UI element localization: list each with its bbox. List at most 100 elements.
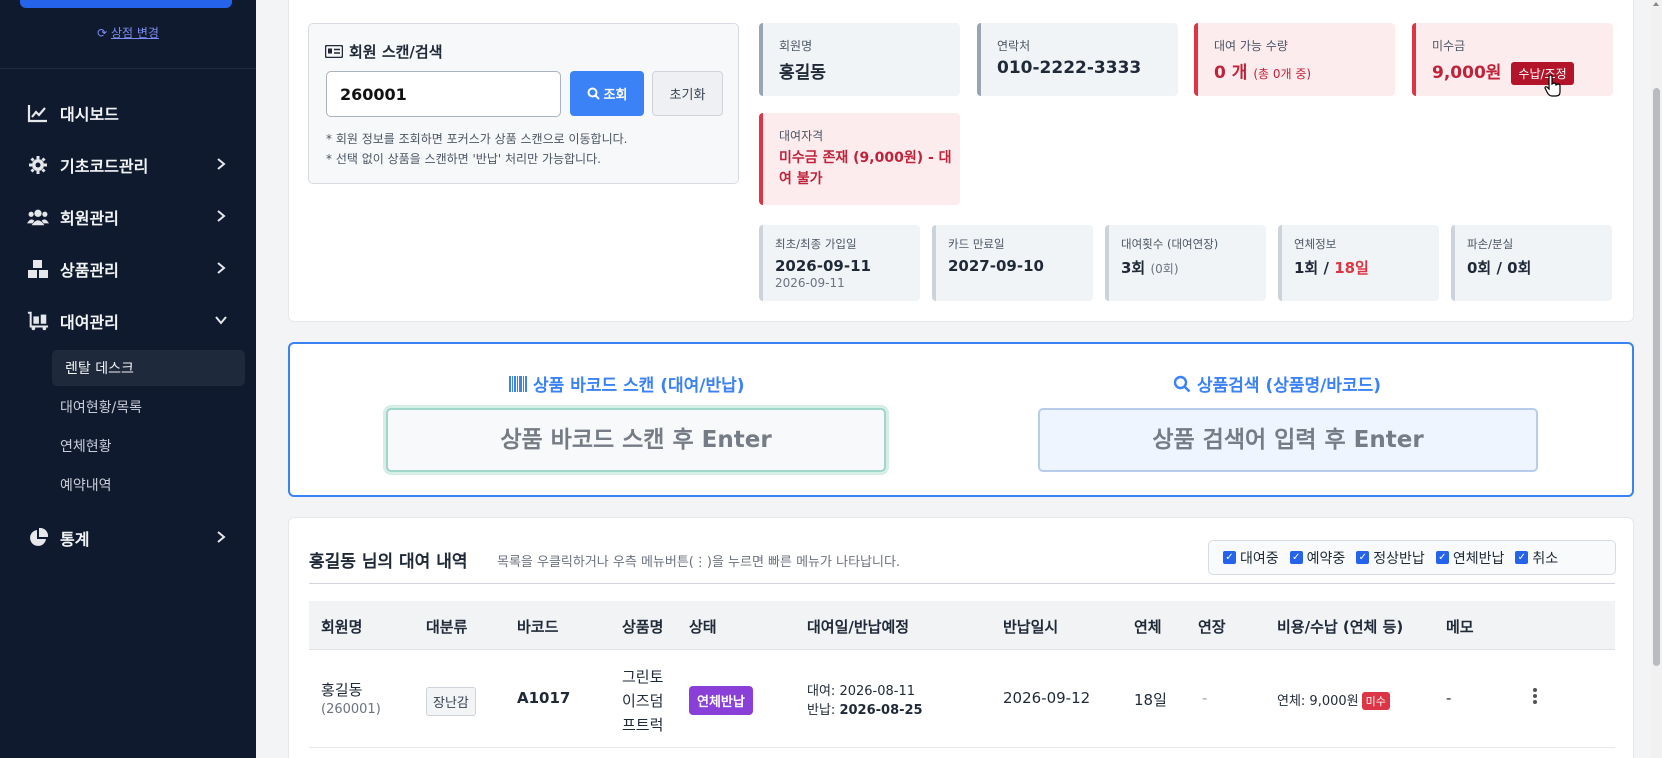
nav-base-codes[interactable]: 기초코드관리 — [0, 145, 256, 185]
sub-overdue-status[interactable]: 연체현황 — [52, 428, 245, 464]
nav-members[interactable]: 회원관리 — [0, 197, 256, 237]
barcode-scan-input[interactable] — [386, 408, 886, 472]
row-category-badge: 장난감 — [426, 687, 476, 716]
sub-reservations-label: 예약내역 — [60, 478, 112, 494]
users-icon — [27, 209, 49, 226]
store-change-link[interactable]: ⟳ 상점 변경 — [0, 24, 256, 41]
product-search-title: 상품검색 (상품명/바코드) — [1173, 371, 1381, 396]
unpaid-label: 미수금 — [1432, 39, 1466, 53]
member-phone-value: 010-2222-3333 — [997, 58, 1142, 78]
member-phone-label: 연락처 — [997, 39, 1031, 53]
row-rent-prefix: 대여: — [807, 684, 836, 699]
row-status-badge: 연체반납 — [689, 686, 753, 715]
overdue-info-tile: 연체정보 1회 / 18일 — [1278, 225, 1439, 301]
barcode-scan-title-text: 상품 바코드 스캔 (대여/반납) — [533, 376, 745, 396]
sub-rental-desk[interactable]: 렌탈 데스크 — [52, 350, 245, 386]
filter-normal-return[interactable]: ✓ 정상반납 — [1356, 548, 1425, 568]
filter-reserved[interactable]: ✓ 예약중 — [1289, 548, 1345, 568]
filter-renting[interactable]: ✓ 대여중 — [1223, 548, 1279, 568]
rent-count-value: 3회 — [1121, 259, 1146, 277]
unpaid-tile: 미수금 9,000원 수납/조정 — [1412, 23, 1613, 96]
nav-statistics[interactable]: 통계 — [0, 518, 256, 558]
chevron-right-icon — [217, 531, 226, 543]
row-returned-date: 2026-09-12 — [1003, 689, 1091, 707]
member-search-title-text: 회원 스캔/검색 — [349, 43, 443, 61]
list-divider — [309, 583, 1615, 584]
line-chart-icon — [27, 105, 47, 123]
sub-rental-desk-label: 렌탈 데스크 — [65, 361, 134, 377]
unpaid-value-row: 9,000원 수납/조정 — [1432, 58, 1613, 85]
row-member-id: (260001) — [321, 702, 381, 717]
nav-base-codes-label: 기초코드관리 — [60, 157, 149, 176]
available-quantity-detail: (총 0개 중) — [1253, 67, 1312, 81]
column-header-returned: 반납일시 — [1003, 618, 1059, 636]
eligibility-label: 대여자격 — [779, 129, 824, 143]
reset-button[interactable]: 초기화 — [652, 71, 723, 116]
rent-extension-value: (0회) — [1150, 262, 1179, 276]
checkbox-checked-icon: ✓ — [1289, 551, 1303, 564]
member-search-hint-2: * 선택 없이 상품을 스캔하면 '반납' 처리만 가능합니다. — [326, 152, 601, 166]
rental-history-panel: 홍길동 님의 대여 내역 목록을 우클릭하거나 우측 메뉴버튼(⋮)을 누르면 … — [288, 517, 1634, 758]
barcode-icon — [509, 375, 527, 392]
sub-overdue-status-label: 연체현황 — [60, 439, 112, 455]
chevron-down-icon — [215, 316, 227, 325]
page-scrollbar[interactable] — [1651, 0, 1662, 758]
overdue-count: 1회 / — [1294, 259, 1329, 277]
filter-cancelled[interactable]: ✓ 취소 — [1515, 548, 1558, 568]
overdue-days: 18일 — [1334, 259, 1369, 277]
member-search-input[interactable] — [326, 71, 561, 117]
product-search-input[interactable] — [1038, 408, 1538, 472]
sub-rental-status[interactable]: 대여현황/목록 — [52, 389, 245, 425]
nav-rentals[interactable]: 대여관리 — [0, 301, 256, 341]
pie-chart-icon — [30, 528, 49, 546]
row-rent-date: 대여: 2026-08-11 — [807, 680, 915, 699]
status-filter-group: ✓ 대여중 ✓ 예약중 ✓ 정상반납 ✓ 연체반납 ✓ 취소 — [1208, 540, 1616, 575]
sub-reservations[interactable]: 예약내역 — [52, 467, 245, 503]
row-rent-date-value: 2026-08-11 — [839, 684, 916, 699]
filter-cancelled-label: 취소 — [1532, 550, 1559, 567]
nav-dashboard[interactable]: 대시보드 — [0, 93, 256, 133]
row-due-date: 반납: 2026-08-25 — [807, 699, 923, 718]
overdue-info-label: 연체정보 — [1294, 237, 1337, 251]
nav-members-label: 회원관리 — [60, 209, 119, 228]
member-name-label: 회원명 — [779, 39, 813, 53]
sidebar-divider — [0, 68, 256, 69]
rental-history-hint: 목록을 우클릭하거나 우측 메뉴버튼(⋮)을 누르면 빠른 메뉴가 나타납니다. — [497, 555, 901, 570]
rent-count-value-row: 3회 (0회) — [1121, 257, 1266, 278]
nav-dashboard-label: 대시보드 — [60, 105, 119, 124]
row-member-name: 홍길동 — [321, 681, 363, 699]
column-header-product: 상품명 — [622, 618, 664, 636]
nav-products[interactable]: 상품관리 — [0, 249, 256, 289]
row-product-line-1: 그린토 — [622, 668, 664, 686]
row-due-date-value: 2026-08-25 — [839, 703, 923, 718]
join-date-tile: 최초/최종 가입일 2026-09-11 2026-09-11 — [759, 225, 920, 301]
sidebar-top-button[interactable] — [20, 0, 232, 8]
member-search-box: 회원 스캔/검색 조회 초기화 * 회원 정보를 조회하면 포커스가 상품 스캔… — [308, 23, 739, 184]
rental-history-title: 홍길동 님의 대여 내역 — [309, 552, 468, 572]
scroll-up-icon[interactable] — [1653, 2, 1659, 6]
id-card-icon — [325, 45, 343, 58]
damage-loss-label: 파손/분실 — [1467, 237, 1514, 251]
checkbox-checked-icon: ✓ — [1435, 551, 1449, 564]
row-memo: - — [1446, 689, 1452, 707]
refresh-icon: ⟳ — [97, 26, 108, 40]
rent-count-label: 대여횟수 (대여연장) — [1121, 237, 1219, 251]
overdue-info-value-row: 1회 / 18일 — [1294, 257, 1439, 278]
row-menu-icon[interactable] — [1533, 688, 1539, 708]
filter-overdue-return[interactable]: ✓ 연체반납 — [1435, 548, 1504, 568]
row-product-line-2: 이즈덤 — [622, 692, 664, 710]
checkbox-checked-icon: ✓ — [1356, 551, 1370, 564]
scrollbar-thumb[interactable] — [1653, 88, 1660, 666]
row-fee: 연체: 9,000원 미수 — [1277, 690, 1390, 710]
chevron-right-icon — [217, 210, 226, 222]
checkbox-checked-icon: ✓ — [1515, 551, 1529, 564]
column-header-extension: 연장 — [1198, 618, 1226, 636]
table-row[interactable]: 홍길동 (260001) 장난감 A1017 그린토 이즈덤 프트럭 연체반납 … — [309, 650, 1615, 748]
column-header-member: 회원명 — [321, 618, 363, 636]
column-header-overdue: 연체 — [1134, 618, 1162, 636]
available-quantity-label: 대여 가능 수량 — [1214, 39, 1288, 53]
card-expiry-value: 2027-09-10 — [948, 257, 1044, 275]
row-extension: - — [1202, 689, 1208, 707]
lookup-button[interactable]: 조회 — [570, 71, 644, 116]
available-quantity-value: 0 개 (총 0개 중) — [1214, 58, 1395, 83]
